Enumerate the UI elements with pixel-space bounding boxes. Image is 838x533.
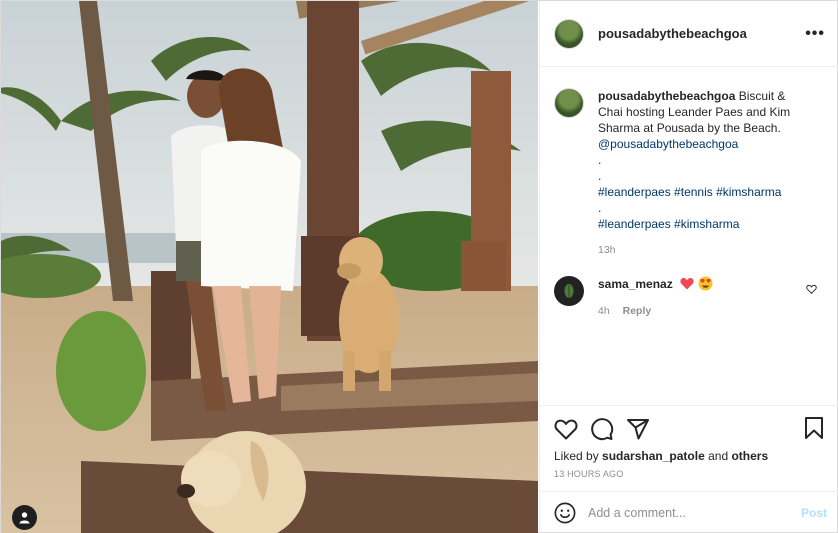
caption-dot: . xyxy=(598,201,602,215)
photo-illustration xyxy=(1,1,538,533)
post-header: pousadabythebeachgoa ••• xyxy=(540,1,838,67)
red-heart-emoji-icon xyxy=(680,278,694,290)
hashtag-links[interactable]: #leanderpaes #kimsharma xyxy=(598,216,813,232)
caption-text: Biscuit & xyxy=(738,89,786,103)
liker-username[interactable]: sudarshan_patole xyxy=(602,449,705,463)
comment-meta: 4h Reply xyxy=(598,303,713,319)
post-sidebar: pousadabythebeachgoa ••• pousadabythebea… xyxy=(539,1,838,533)
reply-button[interactable]: Reply xyxy=(623,305,652,317)
user-tags-button[interactable] xyxy=(12,505,37,530)
heart-icon[interactable] xyxy=(554,418,578,440)
action-icons-row xyxy=(554,416,825,442)
post-date[interactable]: 13 HOURS AGO xyxy=(554,469,825,479)
caption-body: pousadabythebeachgoa Biscuit & Chai host… xyxy=(598,88,813,258)
comment-body: sama_menaz 4h Reply xyxy=(598,276,713,319)
likes-others-link[interactable]: others xyxy=(731,449,768,463)
bookmark-icon[interactable] xyxy=(803,416,825,440)
comments-section: pousadabythebeachgoa Biscuit & Chai host… xyxy=(540,68,838,404)
caption-text: Chai hosting Leander Paes and Kim xyxy=(598,105,791,119)
comment-username[interactable]: sama_menaz xyxy=(598,277,673,291)
comment-time[interactable]: 4h xyxy=(598,305,610,317)
caption-dot: . xyxy=(598,169,602,183)
author-avatar[interactable] xyxy=(554,18,584,49)
add-comment-input[interactable] xyxy=(588,506,801,520)
caption-text: Sharma at Pousada by the Beach. xyxy=(598,121,781,135)
comment-emojis xyxy=(676,276,713,291)
emoji-smile-icon[interactable] xyxy=(554,502,576,524)
heart-eyes-emoji-icon xyxy=(698,276,713,291)
comment-icon[interactable] xyxy=(590,417,614,441)
leaf-avatar-icon xyxy=(564,284,574,298)
post-actions: Liked by sudarshan_patole and others 13 … xyxy=(540,405,838,491)
hashtag-links[interactable]: #leanderpaes #tennis #kimsharma xyxy=(598,184,813,200)
more-horizontal-icon[interactable]: ••• xyxy=(805,25,825,43)
caption-avatar[interactable] xyxy=(554,88,584,118)
add-comment-bar: Post xyxy=(540,491,838,533)
author-username[interactable]: pousadabythebeachgoa xyxy=(598,26,747,41)
caption-time[interactable]: 13h xyxy=(598,242,813,258)
caption-username[interactable]: pousadabythebeachgoa xyxy=(598,89,735,103)
likes-summary: Liked by sudarshan_patole and others xyxy=(554,449,825,463)
user-icon xyxy=(19,512,30,524)
likes-prefix: Liked by xyxy=(554,449,599,463)
likes-and: and xyxy=(708,449,729,463)
post-comment-button[interactable]: Post xyxy=(801,506,827,520)
post-photo[interactable] xyxy=(1,1,538,533)
like-comment-heart-icon[interactable] xyxy=(806,284,817,294)
mention-link[interactable]: @pousadabythebeachgoa xyxy=(598,136,813,152)
instagram-post: pousadabythebeachgoa ••• pousadabythebea… xyxy=(0,0,838,533)
share-icon[interactable] xyxy=(626,418,650,440)
commenter-avatar[interactable] xyxy=(554,276,584,306)
comment-item: sama_menaz 4h Reply xyxy=(554,276,825,319)
caption: pousadabythebeachgoa Biscuit & Chai host… xyxy=(554,88,825,258)
caption-dot: . xyxy=(598,153,602,167)
